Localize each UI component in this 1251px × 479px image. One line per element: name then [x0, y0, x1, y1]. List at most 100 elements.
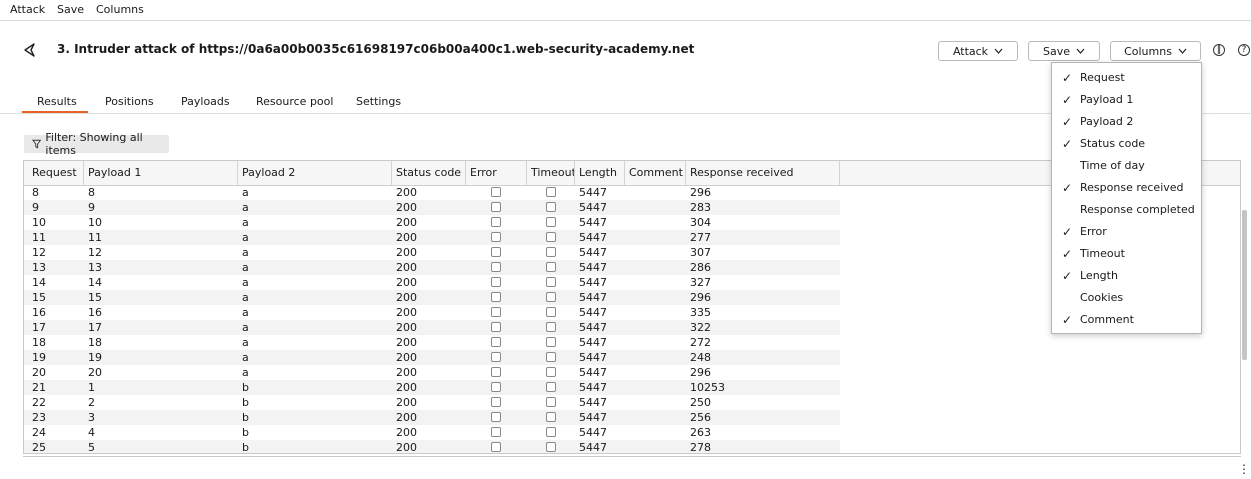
column-toggle-time-of-day[interactable]: Time of day — [1052, 155, 1201, 177]
table-scrollbar[interactable] — [1242, 210, 1247, 360]
tab-payloads[interactable]: Payloads — [181, 95, 230, 108]
timeout-checkbox — [546, 292, 556, 302]
table-row[interactable]: 25 5 b 200 5447 278 — [24, 440, 840, 454]
menu-attack[interactable]: Attack — [10, 3, 45, 16]
help-icon[interactable]: ? — [1238, 44, 1250, 56]
column-toggle-response-received[interactable]: ✓ Response received — [1052, 177, 1201, 199]
table-row[interactable]: 15 15 a 200 5447 296 — [24, 290, 840, 305]
cell-response-received: 322 — [690, 321, 711, 334]
error-checkbox — [491, 352, 501, 362]
cell-length: 5447 — [579, 306, 607, 319]
column-toggle-error[interactable]: ✓ Error — [1052, 221, 1201, 243]
cell-status-code: 200 — [396, 411, 417, 424]
column-toggle-request[interactable]: ✓ Request — [1052, 67, 1201, 89]
table-row[interactable]: 11 11 a 200 5447 277 — [24, 230, 840, 245]
column-header-payload-1[interactable]: Payload 1 — [84, 161, 238, 185]
cell-response-received: 296 — [690, 366, 711, 379]
menu-item-label: Error — [1080, 225, 1107, 238]
column-header-status-code[interactable]: Status code — [392, 161, 466, 185]
cell-payload-1: 12 — [88, 246, 102, 259]
cell-request: 11 — [32, 231, 46, 244]
table-row[interactable]: 12 12 a 200 5447 307 — [24, 245, 840, 260]
tab-settings[interactable]: Settings — [356, 95, 401, 108]
filter-bar[interactable]: Filter: Showing all items — [24, 131, 169, 157]
table-row[interactable]: 17 17 a 200 5447 322 — [24, 320, 840, 335]
column-header-payload-2[interactable]: Payload 2 — [238, 161, 392, 185]
column-toggle-comment[interactable]: ✓ Comment — [1052, 309, 1201, 331]
cell-response-received: 248 — [690, 351, 711, 364]
table-row[interactable]: 18 18 a 200 5447 272 — [24, 335, 840, 350]
column-toggle-payload-1[interactable]: ✓ Payload 1 — [1052, 89, 1201, 111]
save-button[interactable]: Save — [1028, 41, 1100, 61]
timeout-checkbox — [546, 337, 556, 347]
filter-icon — [32, 139, 42, 149]
cell-length: 5447 — [579, 276, 607, 289]
table-row[interactable]: 13 13 a 200 5447 286 — [24, 260, 840, 275]
table-row[interactable]: 22 2 b 200 5447 250 — [24, 395, 840, 410]
cell-status-code: 200 — [396, 246, 417, 259]
tab-positions[interactable]: Positions — [105, 95, 154, 108]
tab-results[interactable]: Results — [37, 95, 77, 108]
cell-length: 5447 — [579, 396, 607, 409]
attack-button[interactable]: Attack — [938, 41, 1018, 61]
cell-request: 18 — [32, 336, 46, 349]
timeout-checkbox — [546, 397, 556, 407]
column-toggle-response-completed[interactable]: Response completed — [1052, 199, 1201, 221]
tab-resource-pool[interactable]: Resource pool — [256, 95, 333, 108]
column-header-response-received[interactable]: Response received — [686, 161, 840, 185]
column-toggle-length[interactable]: ✓ Length — [1052, 265, 1201, 287]
cell-status-code: 200 — [396, 201, 417, 214]
table-row[interactable]: 9 9 a 200 5447 283 — [24, 200, 840, 215]
column-header-request[interactable]: Request — [28, 161, 84, 185]
table-row[interactable]: 8 8 a 200 5447 296 — [24, 185, 840, 200]
menu-save[interactable]: Save — [57, 3, 84, 16]
table-row[interactable]: 21 1 b 200 5447 10253 — [24, 380, 840, 395]
cell-payload-2: a — [242, 276, 249, 289]
table-row[interactable]: 24 4 b 200 5447 263 — [24, 425, 840, 440]
table-row[interactable]: 19 19 a 200 5447 248 — [24, 350, 840, 365]
cell-payload-2: b — [242, 411, 249, 424]
intruder-back-icon[interactable] — [22, 42, 38, 58]
cell-request: 17 — [32, 321, 46, 334]
table-row[interactable]: 23 3 b 200 5447 256 — [24, 410, 840, 425]
columns-button[interactable]: Columns — [1110, 41, 1201, 61]
cell-payload-1: 4 — [88, 426, 95, 439]
cell-length: 5447 — [579, 186, 607, 199]
error-checkbox — [491, 247, 501, 257]
cell-length: 5447 — [579, 351, 607, 364]
menu-item-label: Length — [1080, 269, 1118, 282]
cell-status-code: 200 — [396, 186, 417, 199]
cell-payload-2: b — [242, 426, 249, 439]
column-header-comment[interactable]: Comment — [625, 161, 686, 185]
columns-dropdown-menu: ✓ Request ✓ Payload 1 ✓ Payload 2 ✓ Status code… — [1051, 62, 1202, 334]
menu-item-label: Response received — [1080, 181, 1184, 194]
cell-status-code: 200 — [396, 366, 417, 379]
pause-icon[interactable]: ‖ — [1213, 44, 1225, 56]
column-toggle-payload-2[interactable]: ✓ Payload 2 — [1052, 111, 1201, 133]
column-header-timeout[interactable]: Timeout — [527, 161, 575, 185]
menu-columns[interactable]: Columns — [96, 3, 144, 16]
column-header-error[interactable]: Error — [466, 161, 527, 185]
table-row[interactable]: 10 10 a 200 5447 304 — [24, 215, 840, 230]
menu-item-label: Cookies — [1080, 291, 1124, 304]
table-row[interactable]: 14 14 a 200 5447 327 — [24, 275, 840, 290]
table-row[interactable]: 20 20 a 200 5447 296 — [24, 365, 840, 380]
column-toggle-cookies[interactable]: Cookies — [1052, 287, 1201, 309]
cell-response-received: 278 — [690, 441, 711, 454]
timeout-checkbox — [546, 202, 556, 212]
cell-status-code: 200 — [396, 396, 417, 409]
cell-length: 5447 — [579, 411, 607, 424]
more-options-icon[interactable]: ⋮ — [1238, 462, 1250, 476]
cell-payload-1: 10 — [88, 216, 102, 229]
cell-status-code: 200 — [396, 231, 417, 244]
table-row[interactable]: 16 16 a 200 5447 335 — [24, 305, 840, 320]
cell-payload-1: 16 — [88, 306, 102, 319]
error-checkbox — [491, 202, 501, 212]
chevron-down-icon — [994, 48, 1003, 54]
cell-payload-1: 2 — [88, 396, 95, 409]
timeout-checkbox — [546, 442, 556, 452]
column-header-length[interactable]: Length — [575, 161, 625, 185]
column-toggle-status-code[interactable]: ✓ Status code — [1052, 133, 1201, 155]
column-toggle-timeout[interactable]: ✓ Timeout — [1052, 243, 1201, 265]
cell-payload-1: 19 — [88, 351, 102, 364]
